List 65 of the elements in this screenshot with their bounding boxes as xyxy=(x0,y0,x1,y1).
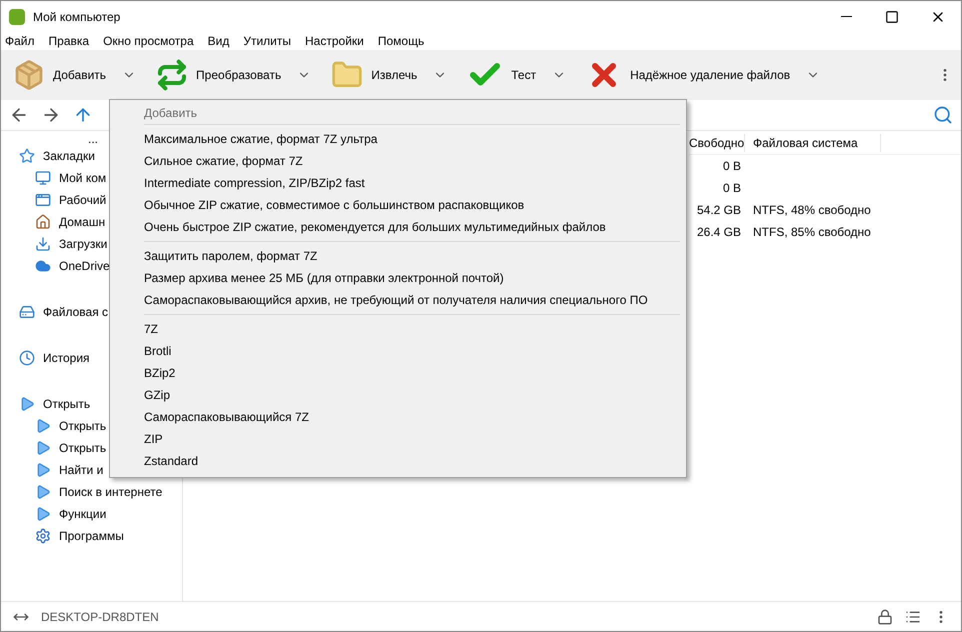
menu-item[interactable]: Размер архива менее 25 МБ (для отправки электронной почтой) xyxy=(144,267,680,289)
monitor-icon xyxy=(35,170,51,186)
menu-item[interactable]: Вид xyxy=(208,32,230,50)
toolbar-button[interactable]: Тест xyxy=(463,57,540,93)
menu-item[interactable]: Файл xyxy=(5,32,35,50)
menu-item[interactable]: Самораспаковывающийся 7Z xyxy=(144,406,680,428)
table-cell-text: NTFS, 48% свободно xyxy=(752,202,871,219)
minimize-icon xyxy=(840,16,852,17)
menu-item[interactable]: Zstandard xyxy=(144,450,680,472)
menu-item[interactable]: Самораспаковывающийся архив, не требующий от получателя наличия специального ПО xyxy=(144,289,680,311)
menu-item[interactable]: Правка xyxy=(48,32,90,50)
column-header[interactable]: Свободно xyxy=(689,134,745,152)
menu-item[interactable]: Сильное сжатие, формат 7Z xyxy=(144,150,680,172)
window-title: Мой компьютер xyxy=(33,8,120,26)
play-icon xyxy=(35,462,51,478)
table-cell-text: 0 B xyxy=(722,158,742,175)
table-cell-text: 54.2 GB xyxy=(696,202,742,219)
play-icon xyxy=(35,418,51,434)
table-cell-text: 0 B xyxy=(722,180,742,197)
drive-icon xyxy=(19,304,35,320)
window-icon xyxy=(35,192,51,208)
toolbar-button[interactable]: Добавить xyxy=(9,59,110,91)
toolbar-button[interactable]: Извлечь xyxy=(327,59,422,91)
menu-item[interactable]: GZip xyxy=(144,384,680,406)
play-icon xyxy=(35,506,51,522)
menu-item[interactable]: Обычное ZIP сжатие, совместимое с большинством распаковщиков xyxy=(144,194,680,216)
column-header[interactable]: Файловая система xyxy=(745,134,881,152)
menu-item[interactable]: BZip2 xyxy=(144,362,680,384)
lock-icon[interactable] xyxy=(877,608,893,624)
menu-item[interactable]: 7Z xyxy=(144,318,680,340)
menu-item[interactable]: Окно просмотра xyxy=(103,32,194,50)
search-icon[interactable] xyxy=(933,105,953,125)
menu-item[interactable]: Intermediate compression, ZIP/BZip2 fast xyxy=(144,172,680,194)
maximize-icon xyxy=(885,10,899,24)
menu-item[interactable]: Brotli xyxy=(144,340,680,362)
menu-item[interactable]: Защитить паролем, формат 7Z xyxy=(144,245,680,267)
app-logo-icon xyxy=(9,8,25,24)
clock-icon xyxy=(19,350,35,366)
sidebar-item[interactable]: Поиск в интернете xyxy=(1,481,182,503)
menu-item[interactable]: Настройки xyxy=(305,32,364,50)
more-button[interactable]: ... xyxy=(88,133,98,145)
play-icon xyxy=(19,396,35,412)
table-cell-text: 26.4 GB xyxy=(696,224,742,241)
house-icon xyxy=(35,214,51,230)
play-icon xyxy=(35,440,51,456)
menu-item[interactable]: ZIP xyxy=(144,428,680,450)
sidebar-item[interactable]: Функции xyxy=(1,503,182,525)
arrows-icon xyxy=(156,59,188,91)
menu-item[interactable]: Утилиты xyxy=(243,32,292,50)
toolbar-button[interactable]: Преобразовать xyxy=(152,59,286,91)
menu-item[interactable]: Очень быстрое ZIP сжатие, рекомендуется для больших мультимедийных файлов xyxy=(144,216,680,238)
menu-item[interactable]: Максимальное сжатие, формат 7Z ультра xyxy=(144,128,680,150)
star-icon xyxy=(19,148,35,164)
gear-icon xyxy=(35,528,51,544)
sidebar-item[interactable]: Программы xyxy=(1,525,182,547)
toolbar-button[interactable]: Надёжное удаление файлов xyxy=(582,57,794,93)
menu-item[interactable]: Помощь xyxy=(378,32,424,50)
menu-header: Добавить xyxy=(144,105,198,122)
play-icon xyxy=(35,484,51,500)
box-icon xyxy=(13,59,45,91)
download-icon xyxy=(35,236,51,252)
cloud-icon xyxy=(35,258,51,274)
computer-name: DESKTOP-DR8DTEN xyxy=(41,608,159,626)
table-cell-text: NTFS, 85% свободно xyxy=(752,224,871,241)
list-view-icon[interactable] xyxy=(905,608,921,624)
